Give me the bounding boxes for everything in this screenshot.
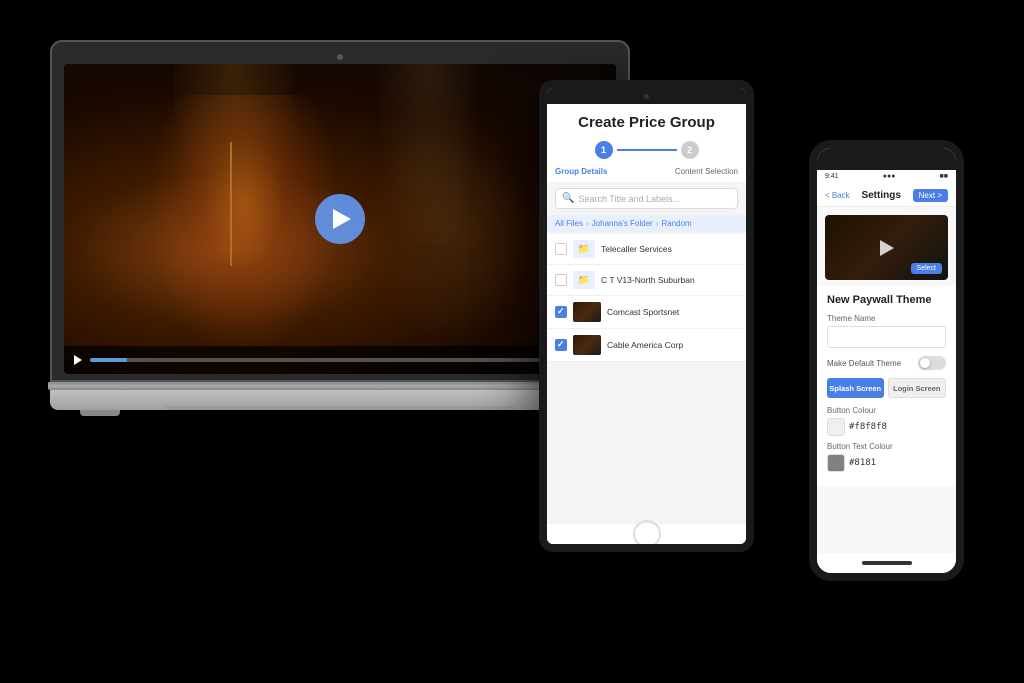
phone-signal: ●●● <box>883 173 896 180</box>
tablet-camera <box>644 94 649 99</box>
home-bar <box>862 561 912 565</box>
text-colour-label: Button Text Colour <box>827 442 946 451</box>
stage-light-1 <box>174 64 294 264</box>
file-name-4: Cable America Corp <box>607 340 738 350</box>
tablet-home-button[interactable] <box>633 520 661 548</box>
button-colour-label: Button Colour <box>827 406 946 415</box>
video-content: 0:06 🔊 ⛶ <box>64 64 616 374</box>
phone-screen: < Back Settings Next > Select New Paywal… <box>817 183 956 553</box>
file-name-1: Telecaller Services <box>601 244 738 254</box>
tablet-device: Create Price Group 1 2 Group Details Con… <box>539 80 754 552</box>
phone-status-bar: 9:41 ●●● ■■ <box>817 170 956 183</box>
table-row[interactable]: Cable America Corp <box>547 329 746 362</box>
phone-header: < Back Settings Next > <box>817 183 956 207</box>
step-line <box>617 149 677 151</box>
breadcrumb-all-files[interactable]: All Files <box>555 219 583 228</box>
button-colour-row: #f8f8f8 <box>827 418 946 436</box>
phone-device: 9:41 ●●● ■■ < Back Settings Next > Selec… <box>809 140 964 581</box>
file-checkbox-3[interactable] <box>555 306 567 318</box>
phone-battery: ■■ <box>940 173 948 180</box>
file-list: 📁 Telecaller Services 📁 C T V13-North Su… <box>547 234 746 362</box>
laptop-camera <box>337 54 343 60</box>
screen-type-row: Splash Screen Login Screen <box>827 378 946 398</box>
button-colour-value: #f8f8f8 <box>849 422 887 432</box>
paywall-section-title: New Paywall Theme <box>827 294 946 306</box>
breadcrumb-bar: All Files › Johanna's Folder › Random <box>547 215 746 232</box>
step-2-label: Content Selection <box>675 167 738 176</box>
file-checkbox-1[interactable] <box>555 243 567 255</box>
phone-play-icon <box>880 240 894 256</box>
breadcrumb-sep-1: › <box>586 219 589 228</box>
text-colour-row: #8181 <box>827 454 946 472</box>
step-bar: 1 2 <box>547 137 746 167</box>
stage-light-2 <box>378 64 478 244</box>
paywall-theme-section: New Paywall Theme Theme Name Make Defaul… <box>817 286 956 486</box>
tablet-page-title: Create Price Group <box>547 104 746 137</box>
file-name-3: Comcast Sportsnet <box>607 307 738 317</box>
breadcrumb-random[interactable]: Random <box>661 219 691 228</box>
phone-select-button[interactable]: Select <box>911 263 942 274</box>
folder-icon-1: 📁 <box>573 240 595 258</box>
file-checkbox-2[interactable] <box>555 274 567 286</box>
button-colour-swatch[interactable] <box>827 418 845 436</box>
breadcrumb-folder[interactable]: Johanna's Folder <box>592 219 653 228</box>
video-thumb-3 <box>573 302 601 322</box>
text-colour-swatch[interactable] <box>827 454 845 472</box>
phone-notch <box>817 148 956 170</box>
folder-icon-2: 📁 <box>573 271 595 289</box>
play-button[interactable] <box>315 194 365 244</box>
step-labels: Group Details Content Selection <box>547 167 746 182</box>
phone-screen-title: Settings <box>861 190 900 201</box>
step-1-label: Group Details <box>555 167 607 176</box>
tablet-camera-bar <box>547 88 746 104</box>
ctrl-play-icon <box>74 355 82 365</box>
phone-home-indicator <box>817 553 956 573</box>
theme-name-label: Theme Name <box>827 314 946 323</box>
search-icon: 🔍 <box>562 193 574 204</box>
ctrl-play-button[interactable] <box>72 354 84 366</box>
breadcrumb-sep-2: › <box>656 219 659 228</box>
splash-screen-button[interactable]: Splash Screen <box>827 378 884 398</box>
progress-bar[interactable] <box>90 358 555 362</box>
laptop-screen: 0:06 🔊 ⛶ <box>64 64 616 374</box>
table-row[interactable]: 📁 C T V13-North Suburban <box>547 265 746 296</box>
default-theme-toggle[interactable] <box>918 356 946 370</box>
text-colour-value: #8181 <box>849 458 876 468</box>
search-bar[interactable]: 🔍 Search Title and Labels... <box>555 188 738 209</box>
laptop-foot-left <box>80 410 120 416</box>
table-row[interactable]: 📁 Telecaller Services <box>547 234 746 265</box>
search-placeholder: Search Title and Labels... <box>578 194 680 204</box>
next-button[interactable]: Next > <box>913 189 948 202</box>
default-theme-toggle-row: Make Default Theme <box>827 356 946 370</box>
video-thumb-4 <box>573 335 601 355</box>
step-2-circle: 2 <box>681 141 699 159</box>
main-scene: 0:06 🔊 ⛶ Create Price Group 1 <box>0 0 1024 683</box>
file-checkbox-4[interactable] <box>555 339 567 351</box>
phone-time: 9:41 <box>825 173 839 180</box>
theme-name-input[interactable] <box>827 326 946 348</box>
play-icon <box>333 209 351 229</box>
tablet-screen: Create Price Group 1 2 Group Details Con… <box>547 104 746 524</box>
progress-filled <box>90 358 127 362</box>
login-screen-button[interactable]: Login Screen <box>888 378 947 398</box>
phone-notch-inner <box>857 148 917 166</box>
default-theme-label: Make Default Theme <box>827 359 901 368</box>
table-row[interactable]: Comcast Sportsnet <box>547 296 746 329</box>
step-1-circle: 1 <box>595 141 613 159</box>
tablet-home-area <box>547 524 746 544</box>
video-controls-bar: 0:06 🔊 ⛶ <box>64 346 616 374</box>
phone-video-thumbnail[interactable]: Select <box>825 215 948 280</box>
toggle-knob <box>920 358 930 368</box>
file-name-2: C T V13-North Suburban <box>601 275 738 285</box>
back-button[interactable]: < Back <box>825 191 850 200</box>
